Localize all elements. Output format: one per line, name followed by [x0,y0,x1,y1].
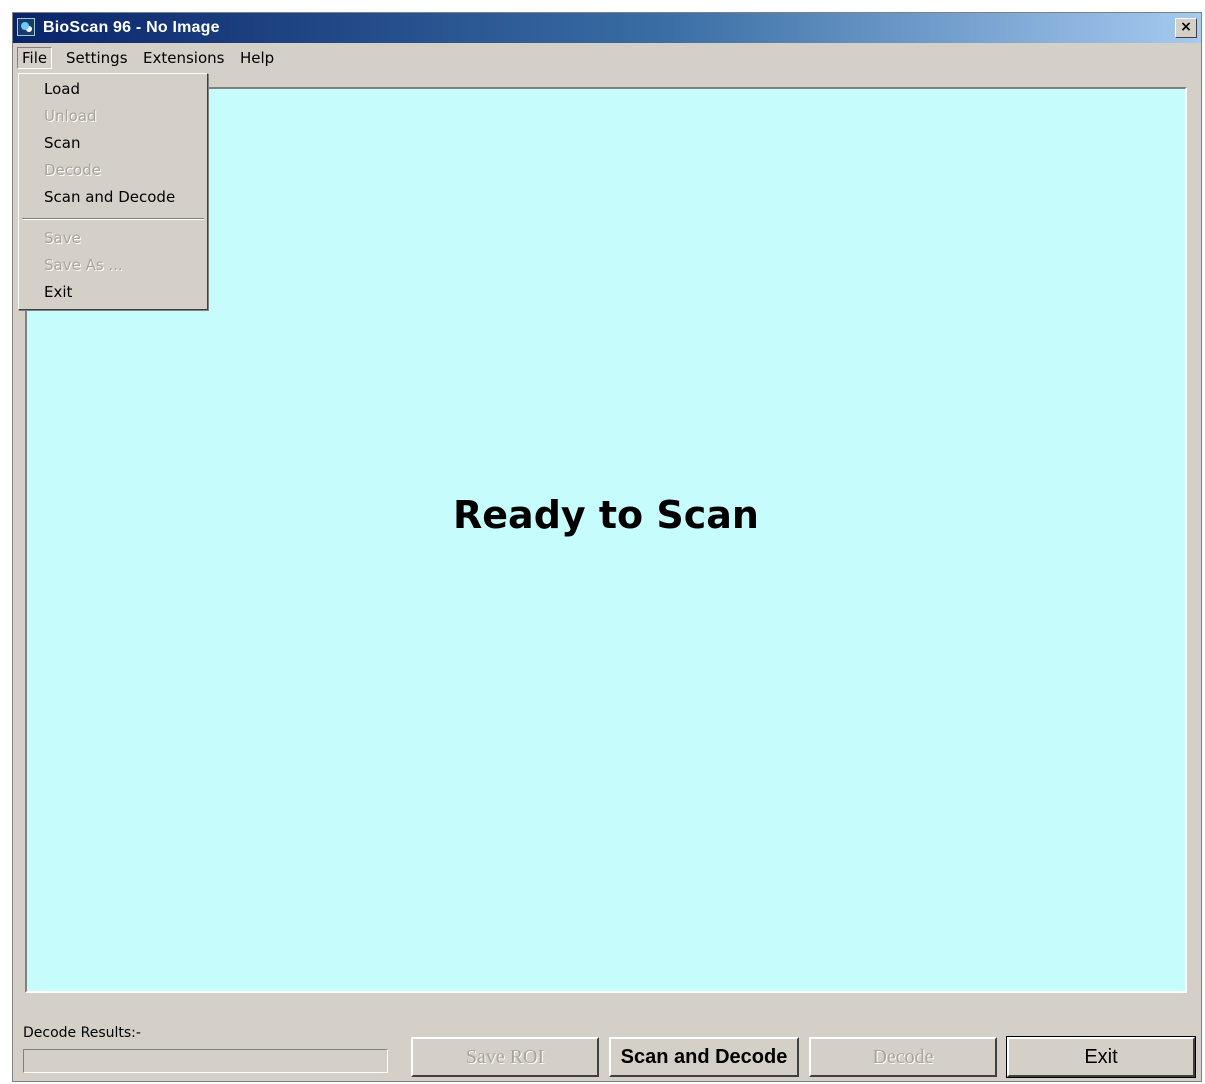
menu-settings[interactable]: Settings [61,47,133,69]
exit-button[interactable]: Exit [1006,1036,1196,1078]
ready-status-message: Ready to Scan [453,493,759,537]
file-menu-save-as: Save As ... [44,256,123,274]
decode-button: Decode [809,1037,997,1077]
decode-results-field[interactable] [23,1049,388,1073]
file-menu-scan-and-decode[interactable]: Scan and Decode [44,186,175,208]
app-window: BioScan 96 - No Image × File Settings Ex… [12,12,1202,1082]
file-menu-scan[interactable]: Scan [44,132,80,154]
file-menu-decode: Decode [44,161,101,179]
title-bar[interactable]: BioScan 96 - No Image × [13,13,1201,43]
menu-help[interactable]: Help [235,47,279,69]
save-roi-button: Save ROI [411,1037,599,1077]
window-title: BioScan 96 - No Image [43,19,220,36]
decode-results-label: Decode Results:- [23,1025,141,1041]
menu-bar: File Settings Extensions Help [13,44,1201,70]
close-button[interactable]: × [1175,18,1197,38]
file-menu-dropdown: Load Unload Scan Decode Scan and Decode … [18,73,208,310]
file-menu-exit[interactable]: Exit [44,281,72,303]
bioscan-app-icon[interactable] [17,18,35,36]
file-menu-unload: Unload [44,107,97,125]
scan-and-decode-button[interactable]: Scan and Decode [609,1037,799,1077]
file-menu-save: Save [44,229,81,247]
menu-separator [22,218,204,220]
menu-extensions[interactable]: Extensions [138,47,229,69]
menu-file[interactable]: File [17,47,53,69]
file-menu-load[interactable]: Load [44,78,80,100]
